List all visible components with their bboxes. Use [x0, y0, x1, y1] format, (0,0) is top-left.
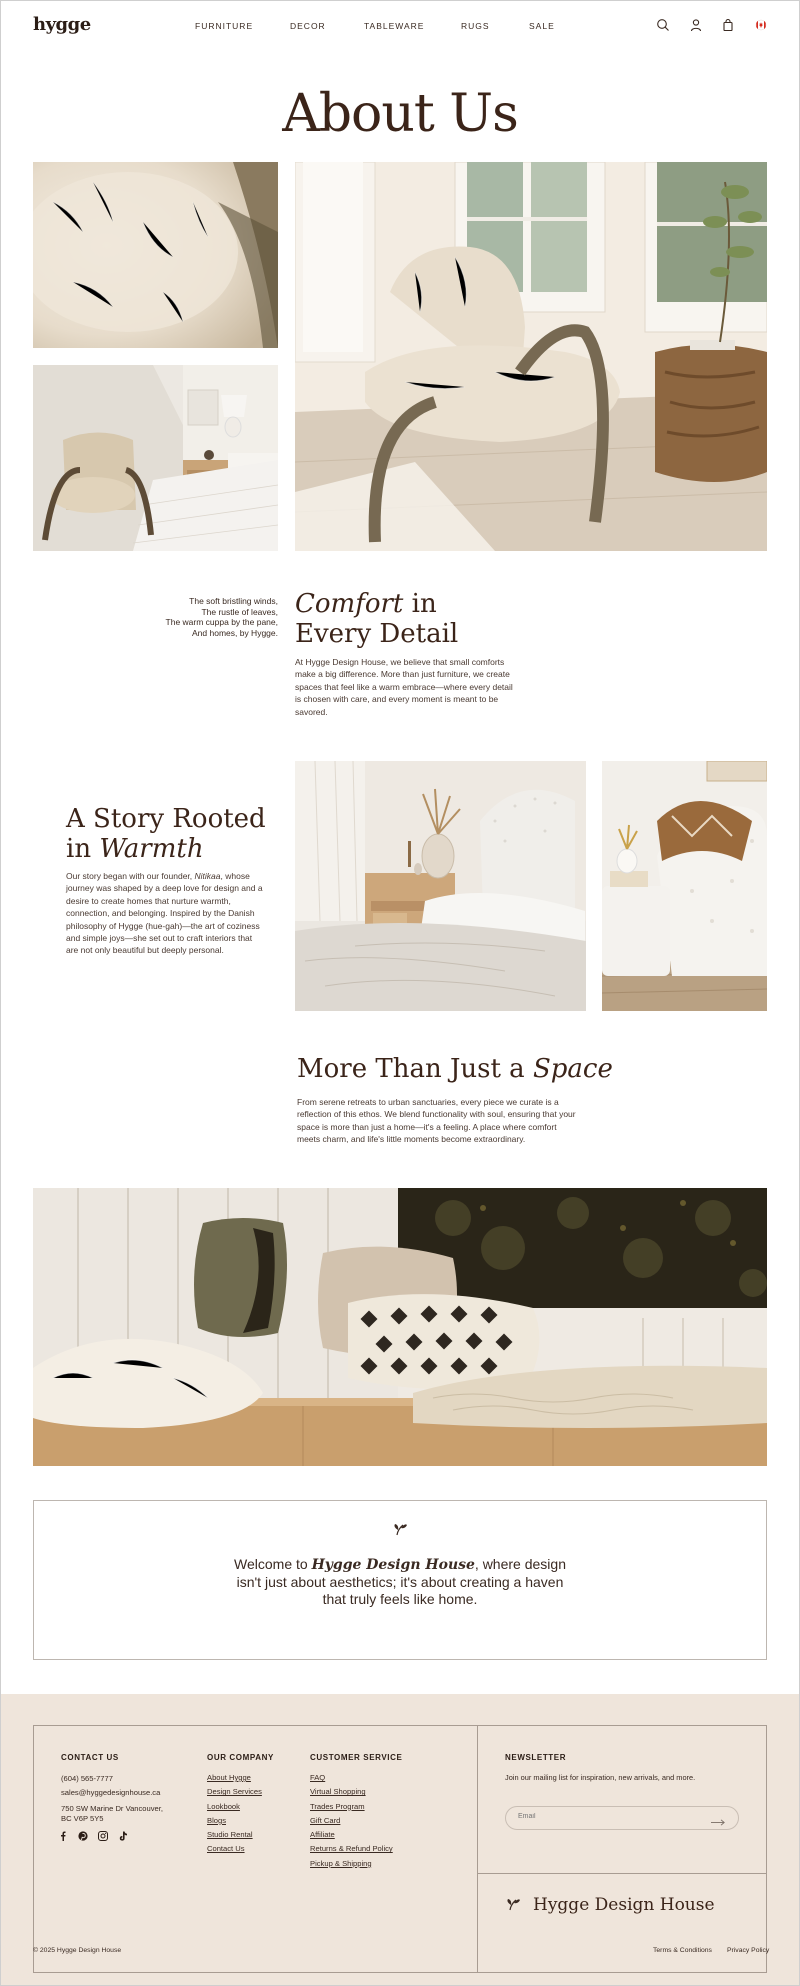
- facebook-icon[interactable]: [61, 1831, 66, 1842]
- fur-texture-image: [33, 162, 278, 348]
- account-icon[interactable]: [689, 18, 703, 32]
- comfort-heading-italic: Comfort: [295, 589, 404, 619]
- contact-heading: CONTACT US: [61, 1753, 119, 1762]
- pinterest-icon[interactable]: [78, 1831, 88, 1841]
- footer-link-blogs[interactable]: Blogs: [207, 1814, 297, 1828]
- nav-rugs[interactable]: RUGS: [461, 21, 490, 31]
- nav-tableware[interactable]: TABLEWARE: [364, 21, 424, 31]
- welcome-brand: Hygge Design House: [311, 1557, 475, 1573]
- sprout-icon: [504, 1895, 522, 1913]
- footer-divider: [477, 1873, 767, 1874]
- story-heading-prefix: in: [66, 834, 100, 864]
- social-links: [59, 1829, 139, 1841]
- poem-line: The rustle of leaves,: [201, 606, 278, 617]
- footer-link-studio-rental[interactable]: Studio Rental: [207, 1828, 297, 1842]
- page-title: About Us: [282, 84, 519, 144]
- nav-decor[interactable]: DECOR: [290, 21, 326, 31]
- newsletter-heading: NEWSLETTER: [505, 1753, 567, 1762]
- contact-phone[interactable]: (604) 565-7777: [61, 1772, 201, 1786]
- story-body: Our story began with our founder, Nitika…: [66, 870, 266, 957]
- window-seat-image: [33, 1188, 767, 1466]
- hygge-poem: The soft bristling winds, The rustle of …: [120, 596, 278, 638]
- space-heading-italic: Space: [532, 1054, 613, 1084]
- footer-link-faq[interactable]: FAQ: [310, 1771, 450, 1785]
- privacy-link[interactable]: Privacy Policy: [727, 1947, 769, 1954]
- instagram-icon[interactable]: [98, 1831, 108, 1841]
- armchair-hero-image: [295, 162, 767, 551]
- copyright-text: © 2025 Hygge Design House: [33, 1947, 122, 1954]
- story-heading-italic: Warmth: [99, 834, 204, 864]
- founder-name: Nitikaa: [194, 871, 221, 881]
- welcome-prefix: Welcome to: [234, 1556, 312, 1572]
- footer-link-affiliate[interactable]: Affiliate: [310, 1828, 450, 1842]
- bag-icon[interactable]: [721, 18, 735, 32]
- terms-link[interactable]: Terms & Conditions: [653, 1947, 712, 1954]
- newsletter-form: [505, 1806, 739, 1830]
- tiktok-icon[interactable]: [119, 1831, 127, 1841]
- nav-sale[interactable]: SALE: [529, 21, 555, 31]
- space-body: From serene retreats to urban sanctuarie…: [297, 1097, 576, 1145]
- newsletter-text: Join our mailing list for inspiration, n…: [505, 1773, 696, 1782]
- service-heading: CUSTOMER SERVICE: [310, 1753, 403, 1762]
- boucle-chair-image: [602, 761, 767, 1011]
- footer-link-lookbook[interactable]: Lookbook: [207, 1800, 297, 1814]
- address-line: 750 SW Marine Dr Vancouver,: [61, 1803, 163, 1813]
- search-icon[interactable]: [656, 18, 670, 32]
- space-heading-prefix: More Than Just a: [297, 1054, 533, 1084]
- footer-link-pickup-shipping[interactable]: Pickup & Shipping: [310, 1857, 450, 1871]
- footer-brand-name: Hygge Design House: [533, 1895, 715, 1915]
- footer-link-returns[interactable]: Returns & Refund Policy: [310, 1842, 450, 1856]
- email-field[interactable]: [518, 1813, 698, 1820]
- contact-email[interactable]: sales@hyggedesignhouse.ca: [61, 1786, 201, 1800]
- sprout-icon: [391, 1520, 409, 1538]
- footer-link-trades[interactable]: Trades Program: [310, 1800, 450, 1814]
- poem-line: And homes, by Hygge.: [192, 627, 278, 638]
- footer-link-about[interactable]: About Hygge: [207, 1771, 297, 1785]
- footer-link-gift-card[interactable]: Gift Card: [310, 1814, 450, 1828]
- arrow-right-icon[interactable]: [710, 1814, 726, 1826]
- bedroom-chair-image: [33, 365, 278, 551]
- contact-info: (604) 565-7777 sales@hyggedesignhouse.ca…: [61, 1772, 201, 1824]
- nav-furniture[interactable]: FURNITURE: [195, 21, 253, 31]
- service-links: FAQ Virtual Shopping Trades Program Gift…: [310, 1771, 450, 1871]
- story-heading: A Story Rooted in Warmth: [66, 804, 286, 864]
- comfort-heading: Comfort in Every Detail: [295, 589, 545, 649]
- space-heading: More Than Just a Space: [297, 1054, 697, 1084]
- comfort-heading-rest: in: [403, 589, 437, 619]
- site-logo[interactable]: hygge: [33, 14, 91, 35]
- address-line: BC V6P 5Y5: [61, 1813, 104, 1823]
- footer-link-design-services[interactable]: Design Services: [207, 1785, 297, 1799]
- footer-link-virtual-shopping[interactable]: Virtual Shopping: [310, 1785, 450, 1799]
- poem-line: The soft bristling winds,: [189, 596, 278, 606]
- bedroom-bed-image: [295, 761, 586, 1011]
- company-links: About Hygge Design Services Lookbook Blo…: [207, 1771, 297, 1857]
- canada-flag-icon[interactable]: [754, 18, 768, 32]
- footer-link-contact[interactable]: Contact Us: [207, 1842, 297, 1856]
- comfort-body: At Hygge Design House, we believe that s…: [295, 657, 513, 717]
- comfort-heading-line2: Every Detail: [295, 619, 459, 649]
- company-heading: OUR COMPANY: [207, 1753, 274, 1762]
- story-body-post: , whose journey was shaped by a deep lov…: [66, 871, 263, 956]
- story-heading-line1: A Story Rooted: [66, 804, 266, 834]
- footer-divider: [477, 1725, 478, 1973]
- welcome-message: Welcome to Hygge Design House, where des…: [225, 1556, 575, 1608]
- poem-line: The warm cuppa by the pane,: [165, 617, 278, 627]
- story-body-pre: Our story began with our founder,: [66, 871, 195, 881]
